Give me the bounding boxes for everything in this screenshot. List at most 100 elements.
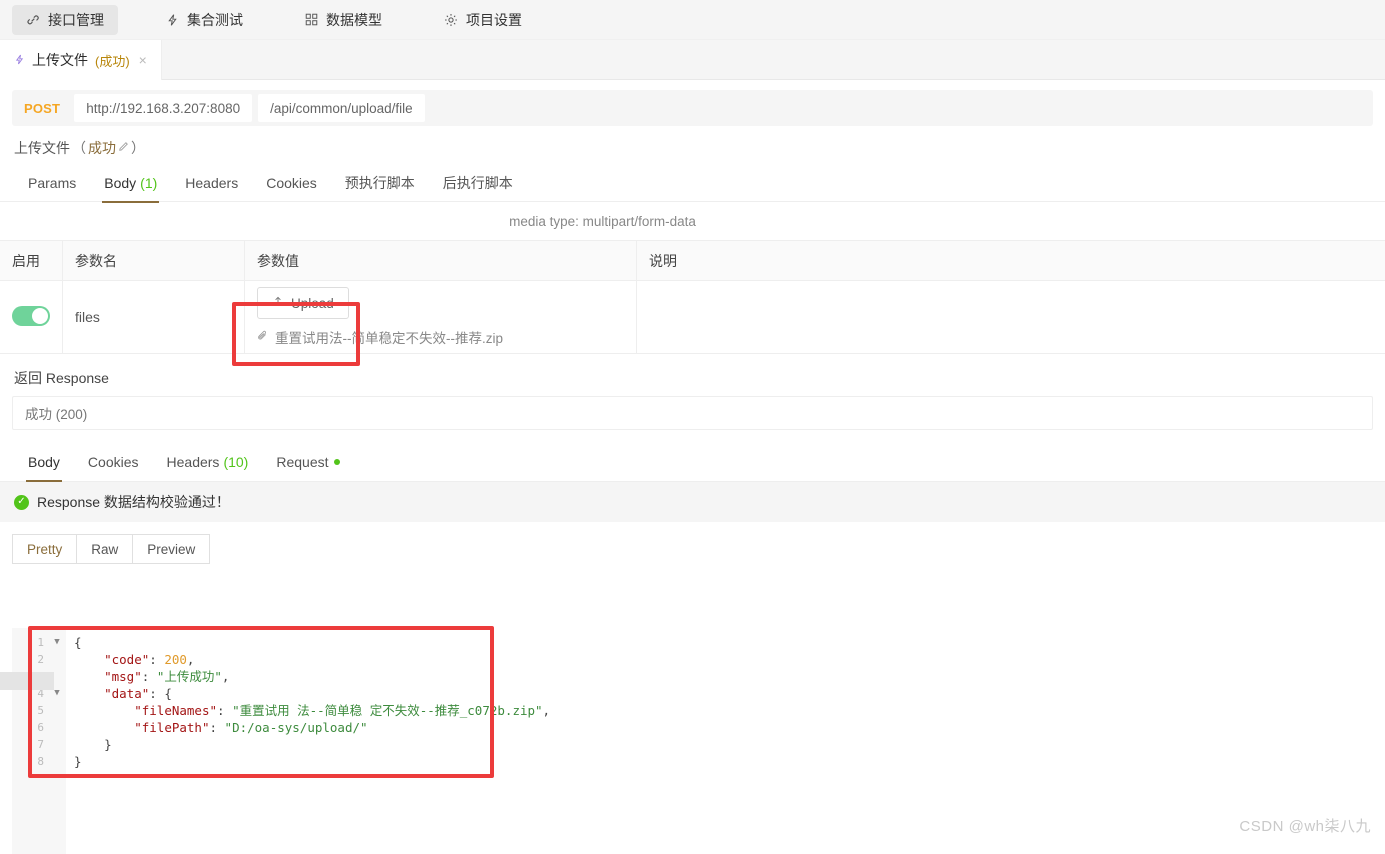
code-token-value: "上传成功"	[156, 669, 222, 684]
code-content[interactable]: { "code": 200, "msg": "上传成功", "data": { …	[66, 628, 1385, 854]
code-fold-gutter[interactable]: ▼ ▼	[48, 628, 66, 854]
nav-item-project-settings[interactable]: 项目设置	[430, 5, 536, 35]
http-method-label[interactable]: POST	[22, 101, 68, 116]
paperclip-icon	[257, 330, 269, 345]
table-header-row: 启用 参数名 参数值 说明	[0, 240, 1385, 281]
line-number: 6	[37, 721, 44, 734]
watermark: CSDN @wh柒八九	[1239, 818, 1371, 835]
tab-upload-file[interactable]: 上传文件 (成功) ×	[0, 40, 162, 80]
fold-arrow-icon[interactable]: ▼	[48, 634, 66, 651]
response-body-editor[interactable]: 1 2 3 4 5 6 7 8 ▼ ▼ { "code": 200, "msg"…	[12, 628, 1385, 854]
request-tabs: Params Body (1) Headers Cookies 预执行脚本 后执…	[0, 164, 1385, 203]
code-token-value: "D:/oa-sys/upload/"	[224, 720, 368, 735]
tab-label: Headers	[166, 453, 220, 470]
code-token-key: "msg"	[104, 669, 142, 684]
tab-count: (1)	[140, 174, 158, 191]
path-input[interactable]: /api/common/upload/file	[258, 94, 425, 122]
response-view-mode-group: Pretty Raw Preview	[12, 534, 1385, 564]
url-bar-container: POST http://192.168.3.207:8080 /api/comm…	[0, 80, 1385, 126]
code-token-colon: :	[141, 669, 157, 684]
column-header-param-name: 参数名	[62, 240, 245, 281]
host-input[interactable]: http://192.168.3.207:8080	[74, 94, 253, 122]
line-number: 8	[37, 755, 44, 768]
code-token-punct: }	[74, 754, 82, 769]
line-number: 7	[37, 738, 44, 751]
table-row: files Upload 重置试用法--简单稳定不失效--推荐.zip	[0, 280, 1385, 354]
response-status-label: 成功 (200)	[25, 407, 88, 422]
code-line: "msg": "上传成功",	[74, 668, 1385, 685]
code-token-punct: {	[74, 635, 82, 650]
line-number: 5	[37, 704, 44, 717]
column-header-enabled: 启用	[0, 240, 63, 281]
request-name-row: 上传文件 （ 成功 ）	[0, 126, 1385, 164]
request-tab-post-script[interactable]: 后执行脚本	[429, 164, 527, 202]
code-token-key: "data"	[104, 686, 150, 701]
request-tab-params[interactable]: Params	[14, 164, 90, 202]
line-number-gutter: 1 2 3 4 5 6 7 8	[12, 628, 48, 854]
code-token-colon: :	[209, 720, 225, 735]
nav-item-label: 数据模型	[326, 11, 382, 28]
upload-icon	[272, 295, 284, 311]
paren-open: （	[72, 140, 86, 156]
attached-file-name[interactable]: 重置试用法--简单稳定不失效--推荐.zip	[275, 327, 503, 347]
request-tab-body[interactable]: Body (1)	[90, 164, 171, 203]
view-mode-raw[interactable]: Raw	[76, 534, 133, 564]
column-header-param-value: 参数值	[244, 240, 637, 281]
code-token-value: 200	[164, 652, 187, 667]
nav-item-data-model[interactable]: 数据模型	[291, 5, 396, 35]
check-circle-icon: ✓	[14, 494, 29, 510]
tab-status-label: (成功)	[95, 53, 130, 69]
bolt-icon	[166, 13, 179, 27]
code-token-colon: :	[149, 652, 165, 667]
code-token-key: "code"	[104, 652, 150, 667]
code-token-colon: :	[149, 686, 165, 701]
response-status-container: 成功 (200)	[0, 396, 1385, 430]
model-icon	[305, 13, 318, 26]
schema-validation-bar: ✓ Response 数据结构校验通过！	[0, 482, 1385, 522]
nav-item-label: 项目设置	[466, 11, 522, 28]
close-icon[interactable]: ×	[139, 52, 147, 68]
editor-tab-strip: 上传文件 (成功) ×	[0, 40, 1385, 80]
request-tab-cookies[interactable]: Cookies	[252, 164, 331, 202]
response-tab-cookies[interactable]: Cookies	[74, 443, 153, 481]
nav-item-api-management[interactable]: 接口管理	[12, 4, 118, 35]
pencil-icon[interactable]	[118, 141, 129, 155]
response-tab-request[interactable]: Request	[262, 443, 353, 481]
code-line: {	[74, 634, 1385, 651]
tab-label: Cookies	[266, 174, 317, 191]
tab-label: Request	[276, 453, 329, 470]
code-token-colon: :	[217, 703, 233, 718]
link-icon	[26, 13, 40, 27]
tab-count: (10)	[223, 453, 249, 470]
bolt-icon	[14, 53, 25, 68]
code-line: "data": {	[74, 685, 1385, 702]
request-name: 上传文件	[14, 140, 70, 156]
code-token-value: "重置试用 法--简单稳 定不失效--推荐_c072b.zip"	[232, 703, 543, 718]
upload-button[interactable]: Upload	[257, 287, 349, 319]
paren-close: ）	[131, 140, 145, 156]
cell-description[interactable]	[636, 280, 1385, 354]
request-tab-pre-script[interactable]: 预执行脚本	[331, 164, 429, 202]
code-line: "code": 200,	[74, 651, 1385, 668]
nav-item-label: 集合测试	[187, 11, 243, 28]
response-status-select[interactable]: 成功 (200)	[12, 396, 1373, 430]
cell-param-name[interactable]: files	[62, 280, 245, 354]
request-tab-headers[interactable]: Headers	[171, 164, 252, 202]
response-tab-headers[interactable]: Headers (10)	[153, 443, 263, 481]
enable-toggle[interactable]	[12, 305, 50, 326]
tab-label: Params	[28, 174, 77, 191]
response-tabs: Body Cookies Headers (10) Request	[0, 442, 1385, 482]
nav-item-collection-test[interactable]: 集合测试	[152, 5, 257, 35]
code-token-key: "filePath"	[134, 720, 210, 735]
response-tab-body[interactable]: Body	[14, 443, 74, 482]
tab-label: 预执行脚本	[344, 174, 415, 191]
line-number: 2	[37, 653, 44, 666]
view-mode-preview[interactable]: Preview	[132, 534, 211, 564]
table-body: files Upload 重置试用法--简单稳定不失效--推荐.zip	[0, 280, 1385, 354]
code-token-suffix: ,	[542, 703, 551, 718]
tab-label: Body	[104, 174, 137, 191]
code-token-suffix: ,	[221, 669, 230, 684]
view-mode-pretty[interactable]: Pretty	[12, 534, 77, 564]
